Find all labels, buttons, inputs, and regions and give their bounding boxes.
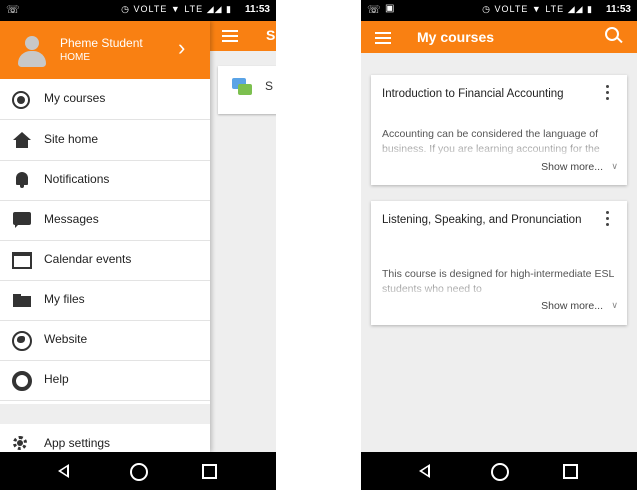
left-phone-screen: ☏ ◷ VOLTE ▼ LTE ◢◢ ▮ 11:53 S S Pheme Stu… xyxy=(0,0,276,490)
course-title: Listening, Speaking, and Pronunciation xyxy=(382,214,582,226)
menu-icon[interactable] xyxy=(375,32,391,44)
drawer-item-app-settings[interactable]: App settings xyxy=(0,424,210,452)
page-title: My courses xyxy=(417,29,495,45)
status-icons: ◷ VOLTE ▼ LTE ◢◢ ▮ xyxy=(482,4,593,15)
drawer-item-my-courses[interactable]: My courses xyxy=(0,79,210,120)
message-icon xyxy=(12,211,32,229)
drawer-item-calendar-events[interactable]: Calendar events xyxy=(0,240,210,281)
signal-icon: ◢◢ xyxy=(206,4,223,14)
recents-icon[interactable] xyxy=(202,464,217,479)
signal-icon: ◢◢ xyxy=(567,4,584,14)
android-nav-bar xyxy=(361,452,637,490)
course-summary: This course is designed for high-interme… xyxy=(382,267,618,297)
chevron-right-icon: › xyxy=(178,35,186,60)
image-notification-icon: ▣ xyxy=(385,3,395,14)
drawer-item-label: Website xyxy=(44,332,88,346)
battery-icon: ▮ xyxy=(587,4,593,14)
avatar xyxy=(14,32,50,68)
background-card: S xyxy=(218,66,276,114)
drawer-item-messages[interactable]: Messages xyxy=(0,200,210,241)
show-more-link[interactable]: Show more... xyxy=(541,300,603,312)
wifi-icon: ▼ xyxy=(531,4,542,14)
course-card[interactable]: Introduction to Financial Accounting Acc… xyxy=(371,75,627,185)
lte-label: LTE xyxy=(545,4,565,14)
more-options-icon[interactable] xyxy=(605,85,611,105)
chevron-down-icon[interactable]: ∨ xyxy=(611,161,618,172)
status-time: 11:53 xyxy=(244,4,270,15)
drawer-item-help[interactable]: Help xyxy=(0,360,210,401)
app-toolbar: My courses xyxy=(361,21,637,53)
drawer-item-website[interactable]: Website xyxy=(0,320,210,361)
drawer-item-label: App settings xyxy=(44,436,111,450)
drawer-item-notifications[interactable]: Notifications xyxy=(0,160,210,201)
drawer-divider xyxy=(0,404,210,424)
android-nav-bar xyxy=(0,452,276,490)
course-summary: Accounting can be considered the languag… xyxy=(382,127,618,157)
background-title: S xyxy=(266,27,276,43)
drawer-item-label: My courses xyxy=(44,91,106,105)
radio-button-icon xyxy=(12,91,30,109)
drawer-user-header[interactable]: Pheme Student HOME › xyxy=(0,21,210,79)
wifi-icon: ▼ xyxy=(170,4,181,14)
drawer-item-label: Site home xyxy=(44,132,99,146)
user-site-label: HOME xyxy=(60,52,90,63)
calendar-icon xyxy=(12,252,32,269)
status-bar: ☏ ▣ ◷ VOLTE ▼ LTE ◢◢ ▮ 11:53 xyxy=(361,0,637,21)
home-circle-icon[interactable] xyxy=(491,463,509,481)
status-icons: ◷ VOLTE ▼ LTE ◢◢ ▮ xyxy=(121,4,232,15)
alarm-icon: ◷ xyxy=(121,4,131,14)
background-card-text: S xyxy=(265,79,274,93)
drawer-item-label: Notifications xyxy=(44,172,110,186)
home-circle-icon[interactable] xyxy=(130,463,148,481)
right-phone-screen: ☏ ▣ ◷ VOLTE ▼ LTE ◢◢ ▮ 11:53 My courses … xyxy=(361,0,637,490)
drawer-item-label: Calendar events xyxy=(44,252,132,266)
back-icon[interactable] xyxy=(419,464,430,478)
back-icon[interactable] xyxy=(58,464,69,478)
whatsapp-icon: ☏ xyxy=(6,4,20,16)
lte-label: LTE xyxy=(184,4,204,14)
drawer-item-label: My files xyxy=(44,292,85,306)
help-icon xyxy=(12,371,32,391)
whatsapp-icon: ☏ xyxy=(367,4,381,16)
globe-icon xyxy=(12,331,32,351)
home-icon xyxy=(12,131,32,149)
drawer-item-label: Messages xyxy=(44,212,99,226)
bell-icon xyxy=(12,171,32,189)
more-options-icon[interactable] xyxy=(605,211,611,231)
status-time: 11:53 xyxy=(605,4,631,15)
user-name: Pheme Student xyxy=(60,36,143,50)
volte-label: VOLTE xyxy=(133,4,168,14)
folder-icon xyxy=(12,291,32,309)
drawer-item-my-files[interactable]: My files xyxy=(0,280,210,321)
course-card[interactable]: Listening, Speaking, and Pronunciation T… xyxy=(371,201,627,325)
gear-icon xyxy=(13,436,27,450)
status-bar: ☏ ◷ VOLTE ▼ LTE ◢◢ ▮ 11:53 xyxy=(0,0,276,21)
search-icon[interactable] xyxy=(605,27,623,45)
alarm-icon: ◷ xyxy=(482,4,492,14)
show-more-link[interactable]: Show more... xyxy=(541,161,603,173)
drawer-item-site-home[interactable]: Site home xyxy=(0,120,210,161)
drawer-item-label: Help xyxy=(44,372,69,386)
chevron-down-icon[interactable]: ∨ xyxy=(611,300,618,311)
chat-icon xyxy=(232,78,252,96)
course-title: Introduction to Financial Accounting xyxy=(382,88,564,100)
background-menu-icon xyxy=(222,30,238,42)
volte-label: VOLTE xyxy=(494,4,529,14)
recents-icon[interactable] xyxy=(563,464,578,479)
battery-icon: ▮ xyxy=(226,4,232,14)
navigation-drawer: Pheme Student HOME › My courses Site hom… xyxy=(0,21,210,452)
